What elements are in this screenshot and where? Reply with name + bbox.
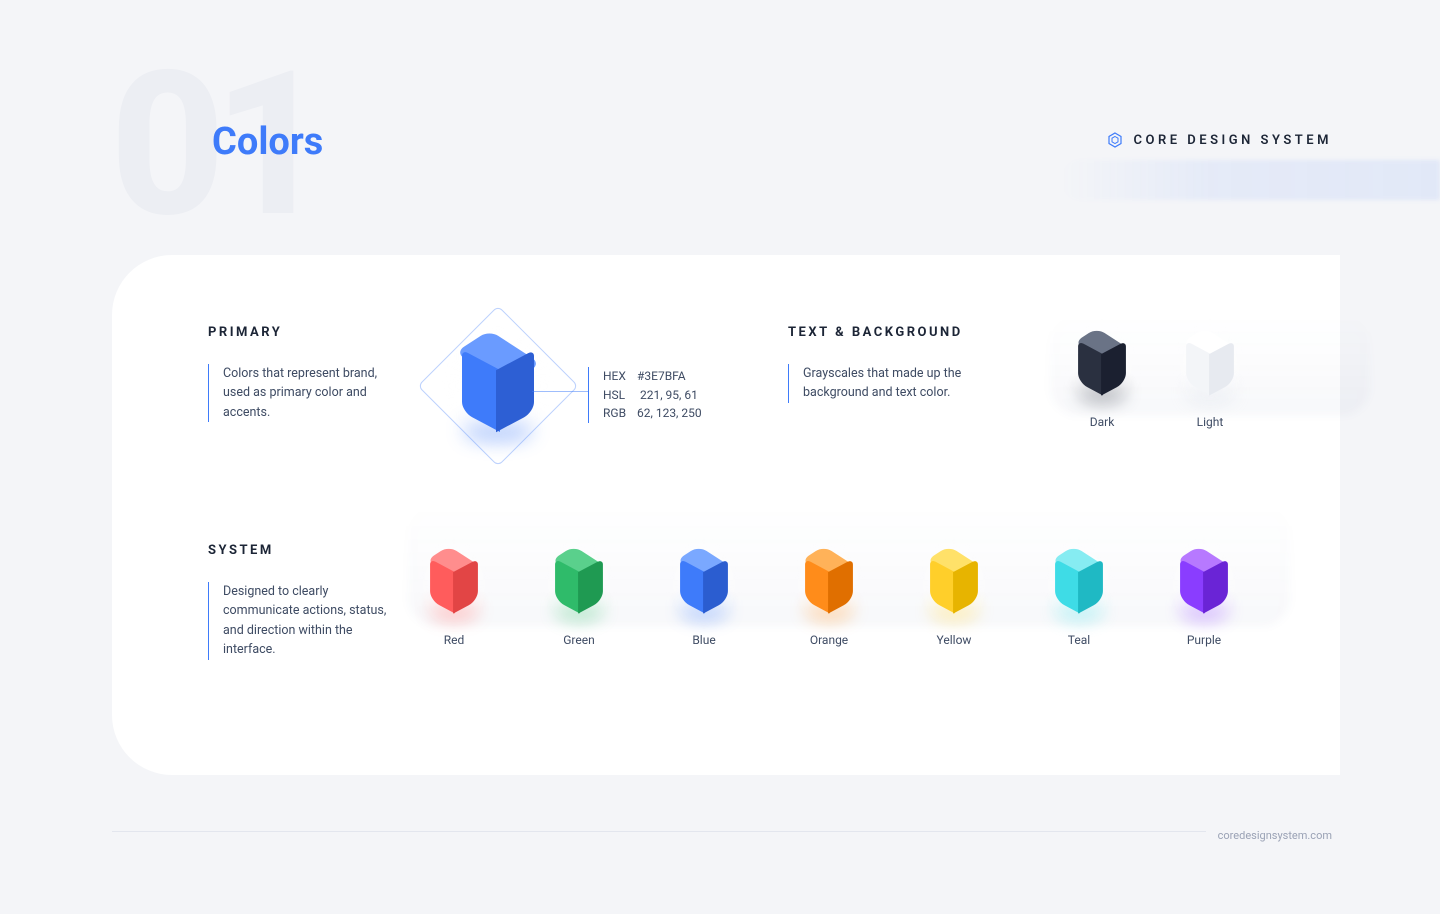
color-swatch: Dark (1068, 325, 1136, 535)
swatch-label: Yellow (937, 633, 972, 647)
color-swatch: Light (1176, 325, 1244, 535)
swatch-label: Blue (692, 633, 715, 647)
swatch-label: Red (444, 633, 465, 647)
page-title: Colors (212, 120, 323, 164)
swatch-label: Purple (1187, 633, 1221, 647)
section-desc-primary: Colors that represent brand, used as pri… (208, 364, 388, 422)
swatch-label: Orange (810, 633, 848, 647)
footer-url: coredesignsystem.com (1206, 829, 1332, 842)
color-swatch: Orange (795, 543, 863, 647)
color-swatch: Green (545, 543, 613, 647)
swatch-label: Green (563, 633, 594, 647)
brand-gradient-bar (1060, 160, 1440, 200)
color-swatch: Yellow (920, 543, 988, 647)
footer-divider (112, 831, 1332, 832)
swatch-label: Light (1197, 415, 1224, 429)
section-title-system: SYSTEM (208, 543, 408, 558)
color-swatch: Purple (1170, 543, 1238, 647)
color-swatch: Red (420, 543, 488, 647)
primary-color-cube (450, 331, 546, 441)
brand-badge: CORE DESIGN SYSTEM (1107, 132, 1332, 148)
system-swatches: Red Green Blue Orange Yellow Teal Purple (408, 543, 1250, 660)
color-swatch: Teal (1045, 543, 1113, 647)
color-swatch: Blue (670, 543, 738, 647)
section-desc-textbg: Grayscales that made up the background a… (788, 364, 968, 403)
brand-label: CORE DESIGN SYSTEM (1133, 133, 1332, 148)
swatch-label: Dark (1090, 415, 1115, 429)
color-spec: HEX#3E7BFA HSL 221, 95, 61 RGB62, 123, 2… (588, 367, 788, 423)
section-desc-system: Designed to clearly communicate actions,… (208, 582, 388, 660)
section-title-primary: PRIMARY (208, 325, 408, 340)
swatch-label: Teal (1068, 633, 1090, 647)
textbg-swatches: Dark Light (1048, 325, 1250, 535)
section-title-textbg: TEXT & BACKGROUND (788, 325, 1048, 340)
brand-hex-icon (1107, 132, 1123, 148)
content-card: PRIMARY Colors that represent brand, use… (112, 255, 1340, 775)
